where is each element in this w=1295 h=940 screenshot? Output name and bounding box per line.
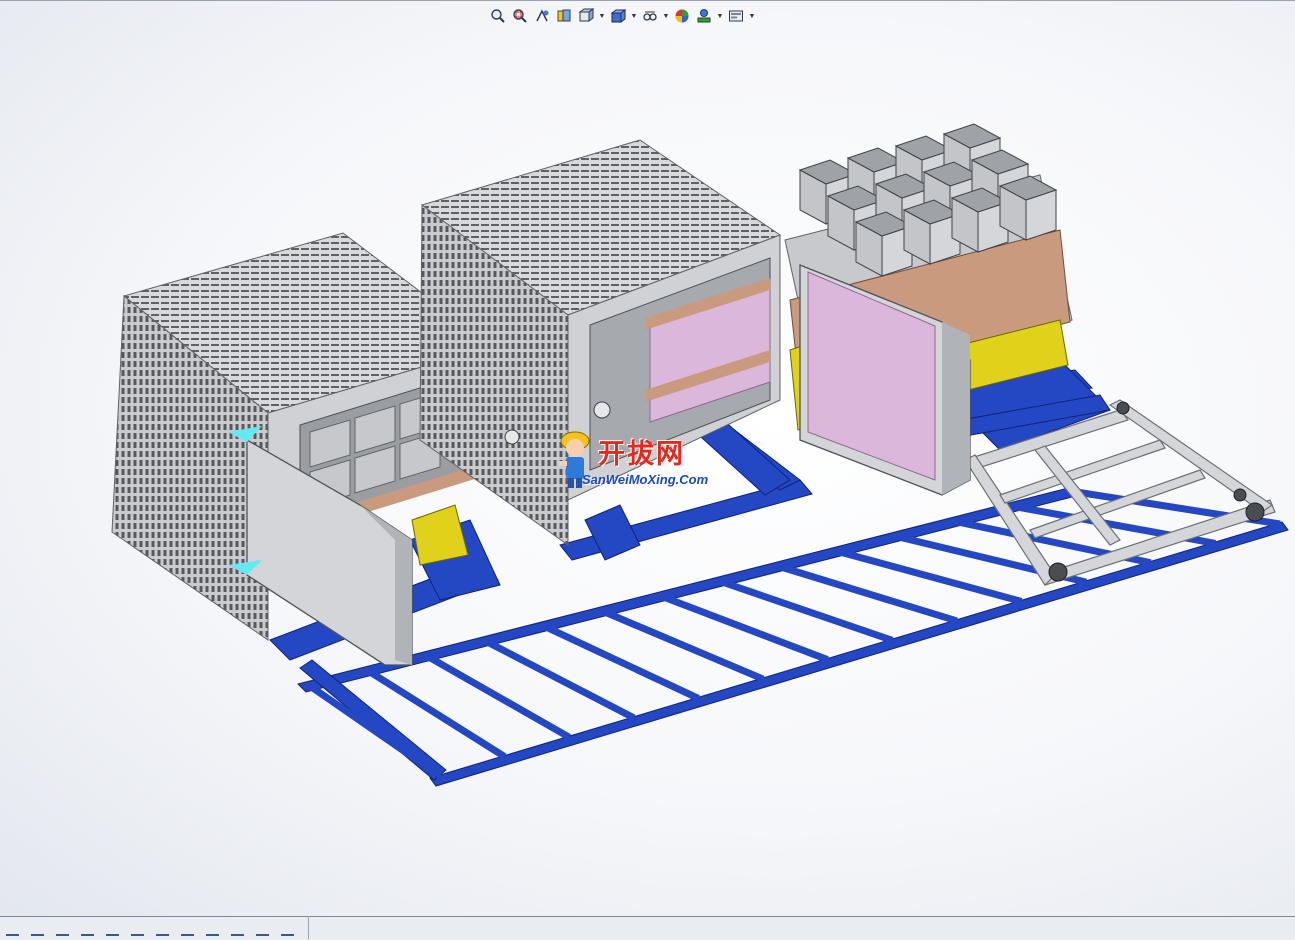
- status-tab[interactable]: [156, 934, 169, 939]
- rail-crossbar: [600, 607, 765, 683]
- display-style-icon[interactable]: [608, 6, 628, 26]
- previous-view-icon[interactable]: [532, 6, 552, 26]
- section-view-icon[interactable]: [554, 6, 574, 26]
- site-watermark: 开拔网 SanWeiMoXing.Com: [555, 428, 745, 492]
- status-tab[interactable]: [31, 934, 44, 939]
- status-tab[interactable]: [81, 934, 94, 939]
- watermark-english-text: SanWeiMoXing.Com: [582, 472, 709, 487]
- status-tab[interactable]: [181, 934, 194, 939]
- zoom-to-fit-icon[interactable]: [488, 6, 508, 26]
- status-tab[interactable]: [131, 934, 144, 939]
- watermark-chinese-text: 开拔网: [598, 439, 685, 470]
- view-settings-icon[interactable]: [726, 6, 746, 26]
- display-style-dropdown-icon[interactable]: ▼: [630, 6, 638, 26]
- heads-up-view-toolbar: ▼ ▼ ▼ ▼ ▼: [488, 5, 756, 27]
- status-tab[interactable]: [281, 934, 294, 939]
- status-tab[interactable]: [56, 934, 69, 939]
- graphics-viewport[interactable]: ▼ ▼ ▼ ▼ ▼ 开拔网 SanWeiMoXing.Com: [0, 0, 1295, 916]
- apply-scene-icon[interactable]: [694, 6, 714, 26]
- view-settings-dropdown-icon[interactable]: ▼: [748, 6, 756, 26]
- document-tabs: [0, 916, 309, 939]
- rail-crossbar: [542, 622, 700, 702]
- rail-crossbar: [483, 637, 636, 721]
- status-tab[interactable]: [206, 934, 219, 939]
- view-orientation-dropdown-icon[interactable]: ▼: [598, 6, 606, 26]
- edit-appearance-icon[interactable]: [672, 6, 692, 26]
- apply-scene-dropdown-icon[interactable]: ▼: [716, 6, 724, 26]
- status-tab[interactable]: [231, 934, 244, 939]
- status-tab[interactable]: [256, 934, 269, 939]
- view-orientation-icon[interactable]: [576, 6, 596, 26]
- hide-show-items-icon[interactable]: [640, 6, 660, 26]
- hide-show-dropdown-icon[interactable]: ▼: [662, 6, 670, 26]
- status-tab[interactable]: [106, 934, 119, 939]
- rail-crossbar: [308, 683, 442, 779]
- status-tab[interactable]: [6, 934, 19, 939]
- zoom-to-area-icon[interactable]: [510, 6, 530, 26]
